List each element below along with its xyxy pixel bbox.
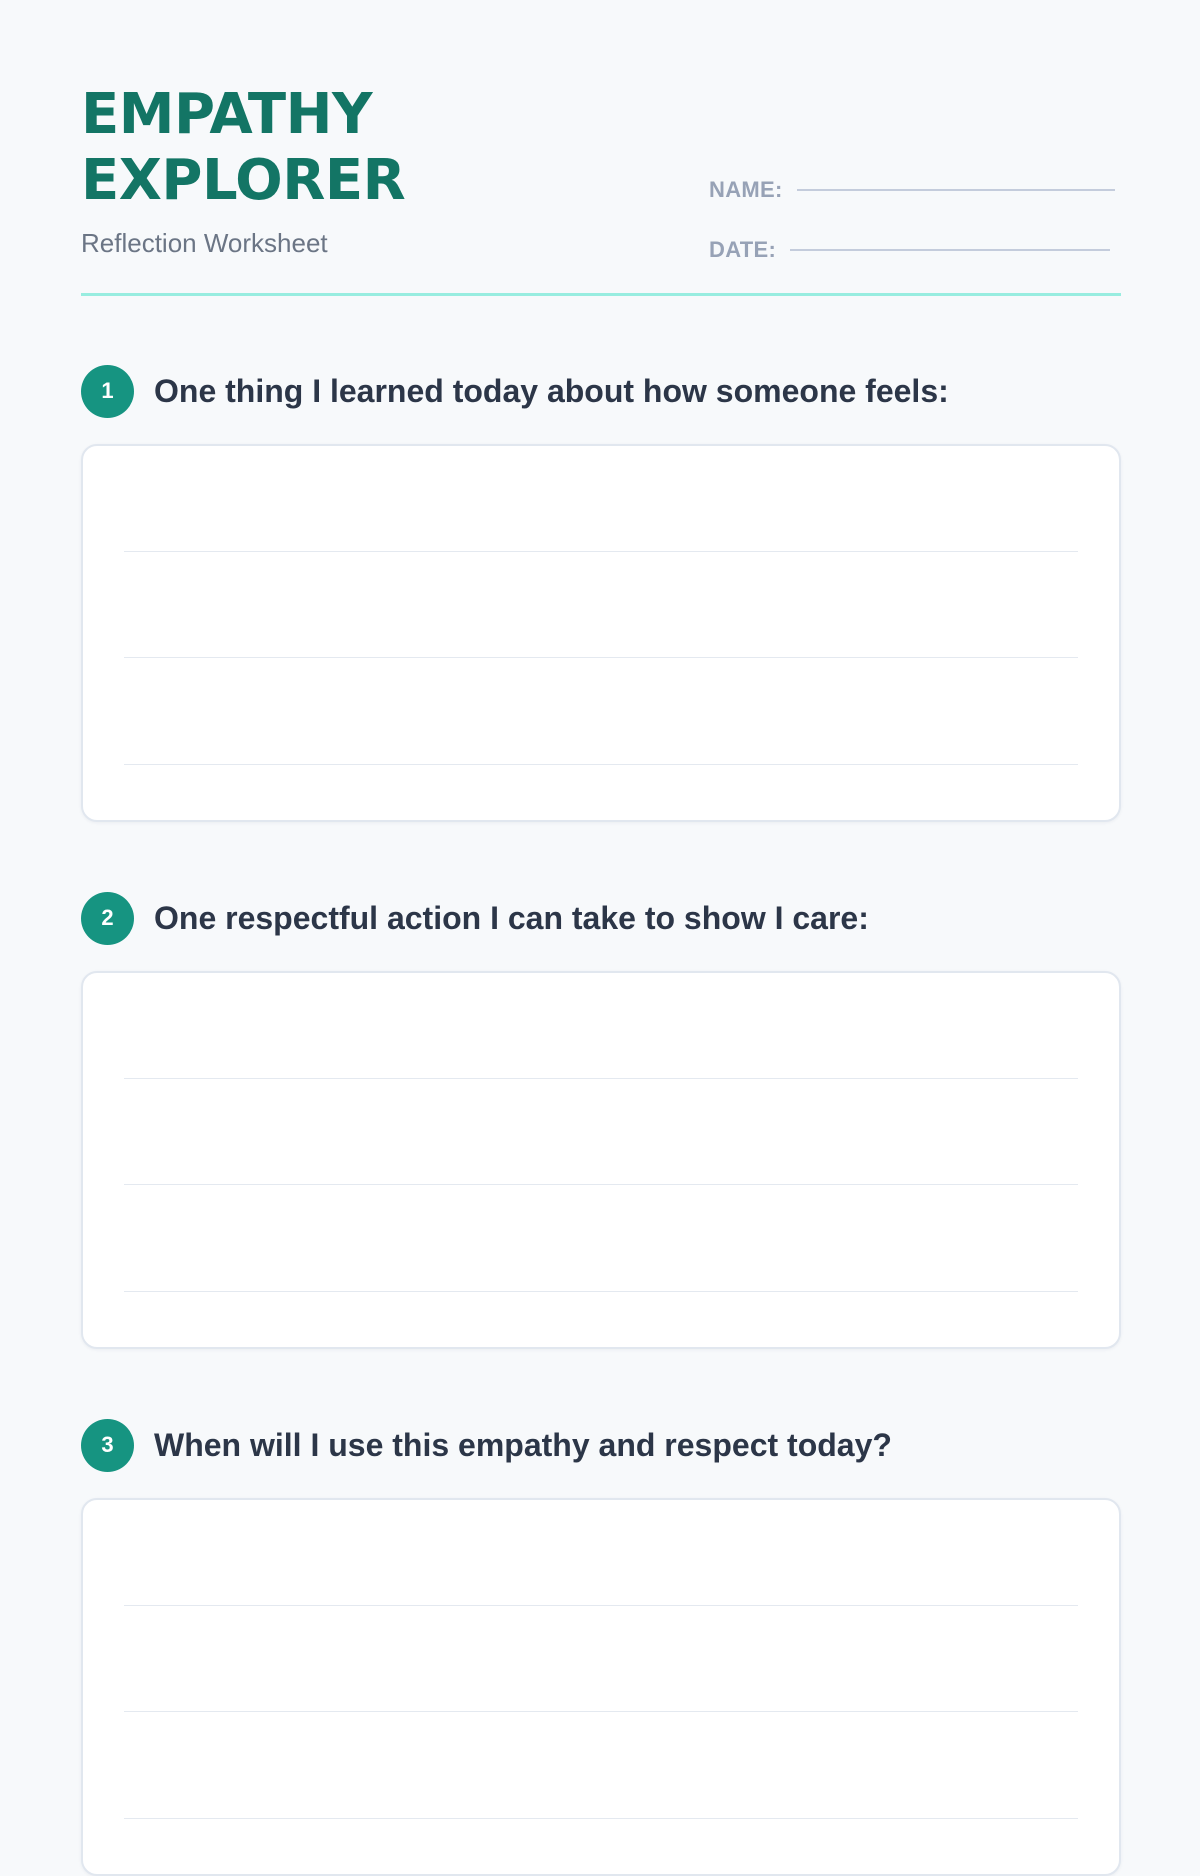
worksheet-title: EMPATHY EXPLORER	[81, 82, 406, 213]
worksheet-subtitle: Reflection Worksheet	[81, 228, 328, 258]
writing-line	[124, 1818, 1078, 1819]
date-field[interactable]: DATE:	[709, 235, 1111, 265]
writing-line	[124, 1711, 1078, 1712]
name-field[interactable]: NAME:	[709, 175, 1115, 205]
question-text: When will I use this empathy and respect…	[154, 1426, 892, 1463]
answer-box-2[interactable]	[81, 971, 1121, 1349]
writing-line	[124, 551, 1078, 552]
writing-line	[124, 1184, 1078, 1185]
writing-line	[124, 1605, 1078, 1606]
worksheet-header: EMPATHY EXPLORER Reflection Worksheet NA…	[81, 82, 1121, 296]
writing-line	[124, 1291, 1078, 1292]
date-input-line[interactable]	[790, 249, 1111, 251]
question-heading: 2 One respectful action I can take to sh…	[81, 891, 869, 945]
worksheet-page: EMPATHY EXPLORER Reflection Worksheet NA…	[81, 0, 1121, 1876]
name-label: NAME:	[709, 177, 783, 202]
name-input-line[interactable]	[796, 189, 1115, 191]
question-heading: 1 One thing I learned today about how so…	[81, 364, 949, 418]
question-heading: 3 When will I use this empathy and respe…	[81, 1418, 892, 1472]
date-label: DATE:	[709, 237, 777, 262]
writing-line	[124, 1078, 1078, 1079]
answer-box-1[interactable]	[81, 444, 1121, 822]
writing-line	[124, 657, 1078, 658]
question-text: One thing I learned today about how some…	[154, 372, 949, 409]
writing-line	[124, 764, 1078, 765]
answer-box-3[interactable]	[81, 1498, 1121, 1876]
question-number-badge: 1	[81, 364, 134, 418]
question-number-badge: 2	[81, 891, 134, 945]
header-divider	[81, 293, 1121, 296]
question-number-badge: 3	[81, 1418, 134, 1472]
question-text: One respectful action I can take to show…	[154, 899, 869, 936]
